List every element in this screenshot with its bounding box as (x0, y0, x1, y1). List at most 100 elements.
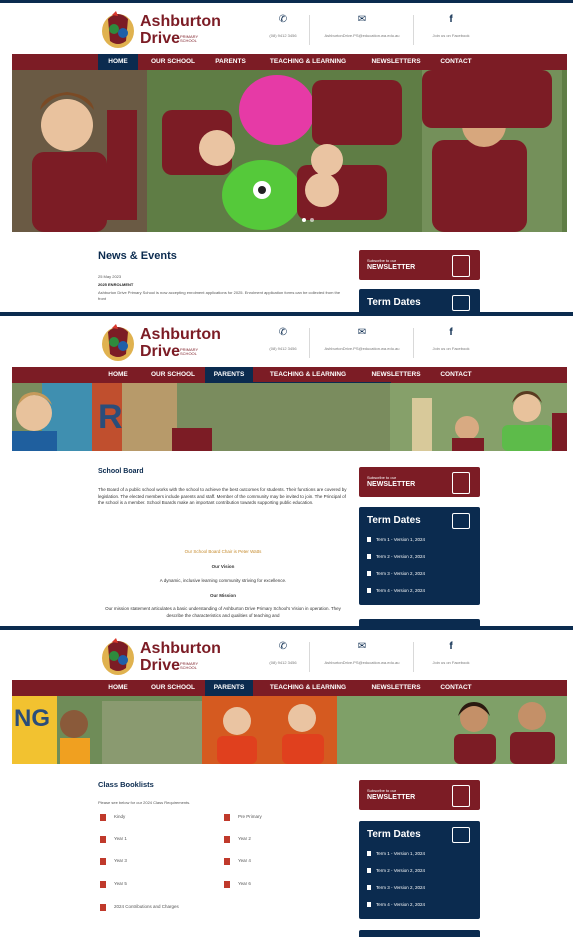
phone-number: (08) 9412 3456 (269, 33, 297, 38)
facebook-contact[interactable]: f Join us on Facebook (416, 640, 486, 676)
school-board-content: School Board The Board of a public schoo… (0, 451, 573, 626)
subscribe-line2: NEWSLETTER (367, 481, 416, 488)
nav-newsletters[interactable]: NEWSLETTERS (364, 54, 428, 70)
header-divider (309, 642, 310, 672)
term-date-link[interactable]: Term 1 - Version 1, 2024 (367, 537, 425, 542)
facebook-text: Join us on Facebook (432, 660, 470, 665)
nav-our-school[interactable]: OUR SCHOOL (143, 54, 203, 70)
term-date-link[interactable]: Term 3 - Version 2, 2024 (367, 571, 425, 576)
vision-text: A dynamic, inclusive learning community … (159, 578, 287, 583)
booklist-link-pre-primary[interactable]: Pre Primary (238, 814, 262, 819)
calendar-icon (452, 295, 470, 311)
pdf-icon (224, 858, 230, 865)
nav-contact[interactable]: CONTACT (432, 680, 480, 696)
school-logo[interactable]: Ashburton Drive PRIMARY SCHOOL (100, 638, 221, 678)
screenshot-panel-school-board: Ashburton Drive PRIMARY SCHOOL ✆ (08) 94… (0, 316, 573, 626)
phone-icon: ✆ (278, 327, 288, 338)
term-date-link[interactable]: Term 2 - Version 2, 2024 (367, 554, 425, 559)
site-header: Ashburton Drive PRIMARY SCHOOL ✆ (08) 94… (0, 630, 573, 682)
site-header: Ashburton Drive PRIMARY SCHOOL ✆ (08) 94… (0, 316, 573, 368)
nav-teaching-learning[interactable]: TEACHING & LEARNING (258, 680, 358, 696)
booklist-link-year5[interactable]: Year 5 (114, 881, 127, 886)
envelope-icon: ✉ (357, 327, 367, 338)
phone-number: (08) 9412 3456 (269, 346, 297, 351)
subscribe-line1: Subscribe to our (367, 258, 397, 263)
facebook-icon: f (449, 327, 453, 338)
email-address: AshburtonDrive.PS@education.wa.edu.au (324, 660, 400, 665)
booklist-link-year6[interactable]: Year 6 (238, 881, 251, 886)
envelope-icon: ✉ (357, 641, 367, 652)
nav-newsletters[interactable]: NEWSLETTERS (364, 367, 428, 383)
facebook-contact[interactable]: f Join us on Facebook (416, 326, 486, 362)
phone-contact[interactable]: ✆ (08) 9412 3456 (258, 640, 308, 676)
nav-home[interactable]: HOME (98, 680, 138, 696)
logo-text-small: PRIMARY SCHOOL (180, 347, 199, 356)
pdf-icon (100, 836, 106, 843)
hero-photo (12, 70, 567, 232)
nav-contact[interactable]: CONTACT (432, 54, 480, 70)
nav-parents[interactable]: PARENTS (205, 367, 253, 383)
term-date-link[interactable]: Term 1 - Version 1, 2024 (367, 851, 425, 856)
term-dates-box: Term Dates (359, 289, 480, 312)
phone-icon: ✆ (278, 14, 288, 25)
nav-home[interactable]: HOME (98, 54, 138, 70)
home-content: News & Events 25 May 2023 2025 ENROLMENT… (0, 232, 573, 312)
email-contact[interactable]: ✉ AshburtonDrive.PS@education.wa.edu.au (312, 640, 412, 676)
booklist-link-year4[interactable]: Year 4 (238, 858, 251, 863)
subscribe-line1: Subscribe to our (367, 475, 397, 480)
header-divider (413, 328, 414, 358)
next-widget-box (359, 930, 480, 937)
school-board-paragraph: The Board of a public school works with … (98, 487, 347, 505)
term-date-link[interactable]: Term 4 - Version 2, 2024 (367, 588, 425, 593)
facebook-contact[interactable]: f Join us on Facebook (416, 13, 486, 49)
phone-number: (08) 9412 3456 (269, 660, 297, 665)
subscribe-line1: Subscribe to our (367, 788, 397, 793)
board-chair-text: Our School Board Chair is Peter Watts (184, 549, 262, 554)
nav-teaching-learning[interactable]: TEACHING & LEARNING (258, 367, 358, 383)
email-contact[interactable]: ✉ AshburtonDrive.PS@education.wa.edu.au (312, 326, 412, 362)
calendar-icon (452, 827, 470, 843)
phone-contact[interactable]: ✆ (08) 9412 3456 (258, 13, 308, 49)
screenshot-panel-class-booklists: Ashburton Drive PRIMARY SCHOOL ✆ (08) 94… (0, 630, 573, 937)
svg-text:NG: NG (14, 705, 50, 732)
pdf-icon (224, 814, 230, 821)
subscribe-newsletter-button[interactable]: Subscribe to our NEWSLETTER (359, 467, 480, 497)
term-dates-heading: Term Dates (367, 297, 421, 308)
nav-teaching-learning[interactable]: TEACHING & LEARNING (258, 54, 358, 70)
nav-newsletters[interactable]: NEWSLETTERS (364, 680, 428, 696)
term-date-link[interactable]: Term 4 - Version 2, 2024 (367, 902, 425, 907)
facebook-icon: f (449, 641, 453, 652)
booklist-link-year3[interactable]: Year 3 (114, 858, 127, 863)
subscribe-newsletter-button[interactable]: Subscribe to our NEWSLETTER (359, 780, 480, 810)
nav-home[interactable]: HOME (98, 367, 138, 383)
school-logo[interactable]: Ashburton Drive PRIMARY SCHOOL (100, 324, 221, 364)
term-date-link[interactable]: Term 2 - Version 2, 2024 (367, 868, 425, 873)
phone-contact[interactable]: ✆ (08) 9412 3456 (258, 326, 308, 362)
booklist-link-kindy[interactable]: Kindy (114, 814, 125, 819)
envelope-icon: ✉ (357, 14, 367, 25)
nav-parents[interactable]: PARENTS (205, 680, 253, 696)
logo-text-line1: Ashburton (140, 640, 221, 657)
pdf-icon (100, 814, 106, 821)
booklist-link-year1[interactable]: Year 1 (114, 836, 127, 841)
term-dates-heading: Term Dates (367, 829, 421, 840)
facebook-icon: f (449, 14, 453, 25)
email-contact[interactable]: ✉ AshburtonDrive.PS@education.wa.edu.au (312, 13, 412, 49)
vision-heading: Our Vision (211, 564, 235, 569)
booklist-link-year2[interactable]: Year 2 (238, 836, 251, 841)
subscribe-newsletter-button[interactable]: Subscribe to our NEWSLETTER (359, 250, 480, 280)
nav-contact[interactable]: CONTACT (432, 367, 480, 383)
news-headline[interactable]: 2025 ENROLMENT (98, 282, 133, 288)
nav-our-school[interactable]: OUR SCHOOL (143, 680, 203, 696)
nav-parents[interactable]: PARENTS (208, 54, 253, 70)
logo-text-line1: Ashburton (140, 326, 221, 343)
hero-image: R (12, 383, 567, 451)
term-date-link[interactable]: Term 3 - Version 2, 2024 (367, 885, 425, 890)
email-address: AshburtonDrive.PS@education.wa.edu.au (324, 33, 400, 38)
school-logo[interactable]: Ashburton Drive PRIMARY SCHOOL (100, 11, 221, 51)
logo-text-small: PRIMARY SCHOOL (180, 34, 199, 43)
school-crest-icon (102, 638, 134, 675)
nav-our-school[interactable]: OUR SCHOOL (143, 367, 203, 383)
logo-text-line1: Ashburton (140, 13, 221, 30)
booklist-link-contributions[interactable]: 2024 Contributions and Charges (114, 904, 179, 909)
